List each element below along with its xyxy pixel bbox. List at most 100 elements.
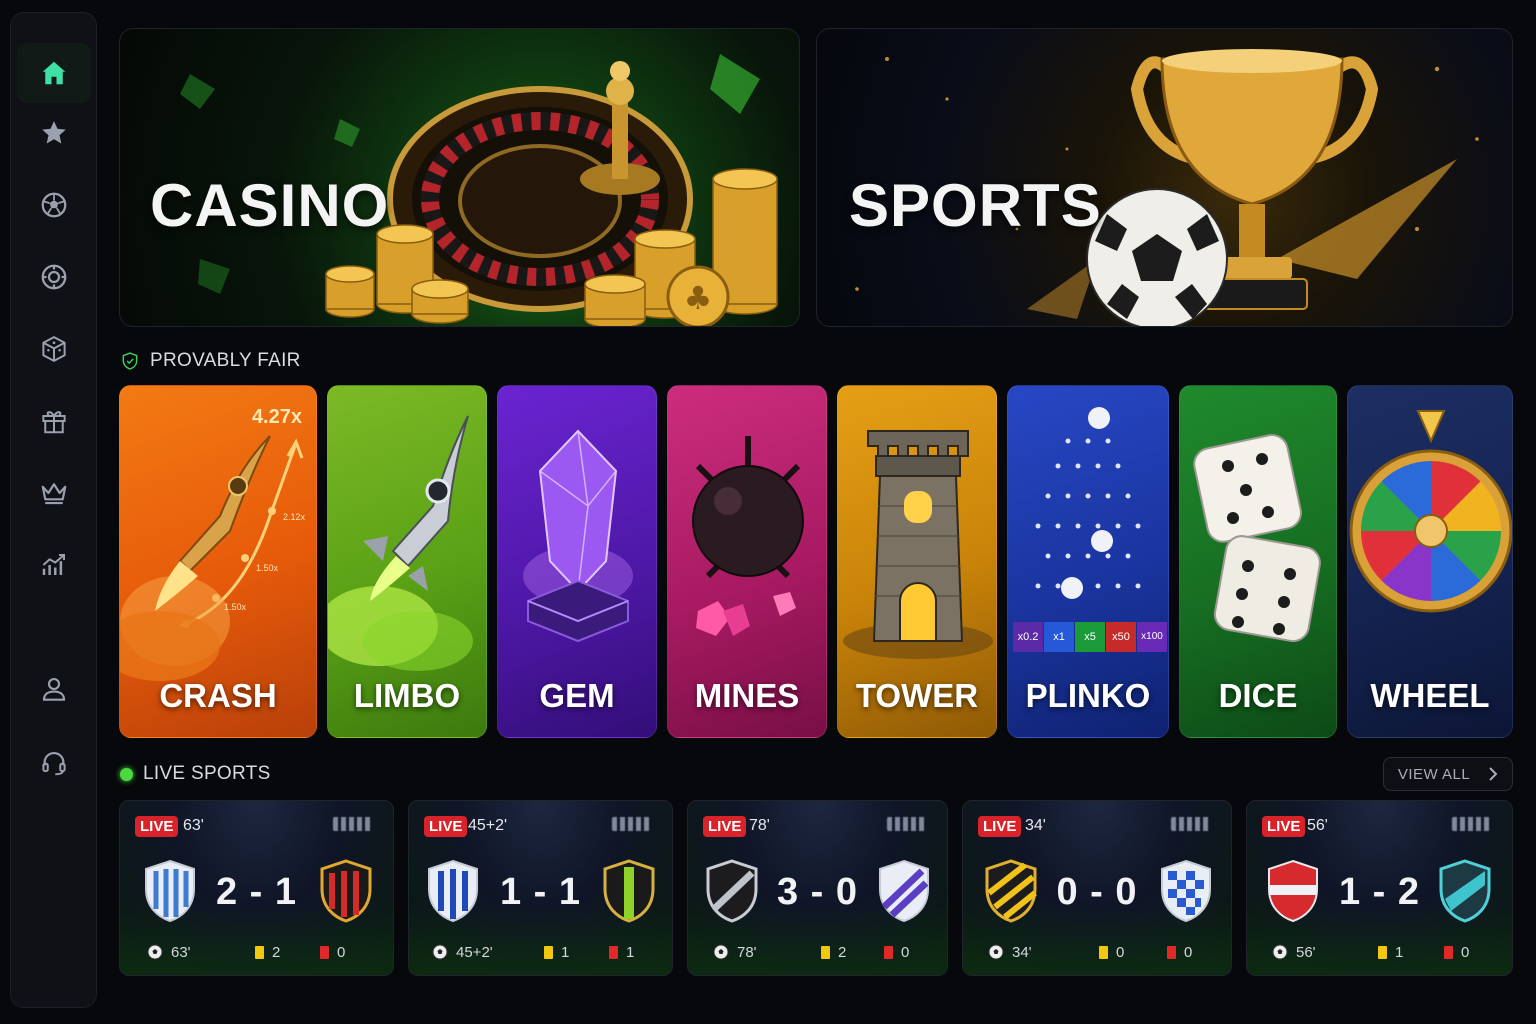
- game-card-dice[interactable]: DICE: [1179, 385, 1337, 738]
- red-cards-stat: 0: [884, 944, 909, 961]
- red-card-icon: [320, 945, 329, 959]
- headset-support-icon: [42, 751, 66, 776]
- dice-cube-icon: [42, 336, 66, 362]
- casino-banner-title: CASINO: [150, 172, 390, 239]
- match-time-stat: 56': [1272, 944, 1316, 961]
- away-team-crest-icon: [1161, 859, 1211, 923]
- yellow-card-icon: [255, 945, 264, 959]
- live-badge: LIVE: [978, 816, 1022, 837]
- live-sports-label: LIVE SPORTS: [143, 763, 271, 784]
- sidebar-item-home[interactable]: [17, 43, 91, 103]
- casino-banner[interactable]: ♣ CASINO: [119, 28, 800, 327]
- game-label: GEM: [539, 677, 615, 714]
- yellow-card-icon: [1099, 945, 1108, 959]
- crash-multiplier: 4.27x: [251, 406, 302, 428]
- soccer-ball-icon: [1272, 944, 1288, 960]
- match-time-stat: 78': [713, 944, 757, 961]
- yellow-cards-stat: 1: [1378, 944, 1403, 961]
- yellow-cards-count: 0: [1116, 943, 1125, 961]
- yellow-cards-count: 1: [1395, 943, 1404, 961]
- live-badge: LIVE: [703, 816, 747, 837]
- sidebar-item-statistics[interactable]: [17, 535, 91, 595]
- sidebar-item-sports[interactable]: [17, 175, 91, 235]
- casino-chip-icon: [41, 264, 67, 290]
- red-card-icon: [1167, 945, 1176, 959]
- yellow-card-icon: [544, 945, 553, 959]
- match-minute: 56': [1307, 817, 1328, 834]
- live-sports-heading: LIVE SPORTS: [120, 763, 271, 785]
- red-cards-count: 0: [901, 943, 910, 961]
- sports-banner-title: SPORTS: [849, 172, 1102, 239]
- yellow-cards-stat: 2: [255, 944, 280, 961]
- sports-banner[interactable]: SPORTS: [816, 28, 1513, 327]
- red-cards-stat: 0: [320, 944, 345, 961]
- sidebar-item-favorites[interactable]: [17, 103, 91, 163]
- crash-point-label: 2.12x: [283, 512, 306, 522]
- red-cards-count: 1: [626, 943, 635, 961]
- yellow-cards-count: 1: [561, 943, 570, 961]
- sidebar-item-casino[interactable]: [17, 247, 91, 307]
- match-minute: 63': [183, 817, 204, 834]
- match-stats: 78' 2 0: [687, 940, 948, 964]
- game-card-limbo[interactable]: LIMBO: [327, 385, 487, 738]
- red-card-icon: [609, 945, 618, 959]
- away-team-crest-icon: [879, 859, 929, 923]
- live-badge: LIVE: [424, 816, 468, 837]
- live-badge: LIVE: [1262, 816, 1306, 837]
- soccer-ball-icon: [713, 944, 729, 960]
- yellow-card-icon: [821, 945, 830, 959]
- game-label: PLINKO: [1025, 677, 1151, 714]
- game-card-tower[interactable]: TOWER: [837, 385, 997, 738]
- match-time-stat: 45+2': [432, 944, 493, 961]
- yellow-cards-count: 2: [838, 943, 847, 961]
- red-cards-stat: 0: [1444, 944, 1469, 961]
- plinko-slot-label: x100: [1141, 631, 1163, 642]
- match-time-value: 63': [171, 943, 191, 961]
- stats-chart-icon: [42, 554, 65, 575]
- red-cards-count: 0: [1184, 943, 1193, 961]
- match-time-stat: 63': [147, 944, 191, 961]
- sidebar-item-profile[interactable]: [17, 659, 91, 719]
- game-card-gem[interactable]: GEM: [497, 385, 657, 738]
- game-label: WHEEL: [1370, 677, 1490, 714]
- provably-fair-label: PROVABLY FAIR: [150, 350, 301, 371]
- away-team-crest-icon: [320, 859, 372, 923]
- plinko-slot-label: x50: [1112, 631, 1130, 643]
- sidebar-item-originals[interactable]: [17, 319, 91, 379]
- plinko-slot-label: x0.2: [1017, 631, 1039, 643]
- crash-point-label: 1.50x: [256, 563, 279, 573]
- away-team-crest-icon: [603, 859, 655, 923]
- soccer-ball-icon: [432, 944, 448, 960]
- soccer-ball-icon: [41, 192, 67, 218]
- sidebar-item-vip[interactable]: [17, 463, 91, 523]
- match-minute: 78': [749, 817, 770, 834]
- match-stats: 34' 0 0: [962, 940, 1232, 964]
- game-card-plinko[interactable]: x0.2 x1 x5 x50 x100 PLINKO: [1007, 385, 1169, 738]
- game-label: CRASH: [159, 677, 277, 714]
- game-card-mines[interactable]: MINES: [667, 385, 827, 738]
- game-label: DICE: [1218, 677, 1298, 714]
- crash-point-label: 1.50x: [224, 602, 247, 612]
- gift-icon: [42, 411, 66, 434]
- match-stats: 45+2' 1 1: [408, 940, 673, 964]
- stadium-lights: [1452, 817, 1492, 831]
- match-time-stat: 34': [988, 944, 1032, 961]
- shield-check-icon: [122, 352, 138, 370]
- game-card-wheel[interactable]: WHEEL: [1347, 385, 1513, 738]
- red-cards-count: 0: [337, 943, 346, 961]
- match-time-value: 34': [1012, 943, 1032, 961]
- stadium-lights: [887, 817, 927, 831]
- yellow-cards-count: 2: [272, 943, 281, 961]
- plinko-slot-label: x1: [1053, 631, 1065, 643]
- view-all-button[interactable]: VIEW ALL: [1383, 757, 1513, 791]
- game-card-crash[interactable]: 4.27x 2.12x 1.50x 1.50x CRASH: [119, 385, 317, 738]
- live-badge: LIVE: [135, 816, 179, 837]
- red-cards-stat: 0: [1167, 944, 1192, 961]
- view-all-label: VIEW ALL: [1397, 765, 1471, 783]
- red-card-icon: [1444, 945, 1453, 959]
- stadium-lights: [1171, 817, 1211, 831]
- live-indicator-dot: [120, 767, 133, 781]
- yellow-cards-stat: 0: [1099, 944, 1124, 961]
- sidebar-item-promotions[interactable]: [17, 391, 91, 451]
- sidebar-item-support[interactable]: [17, 733, 91, 793]
